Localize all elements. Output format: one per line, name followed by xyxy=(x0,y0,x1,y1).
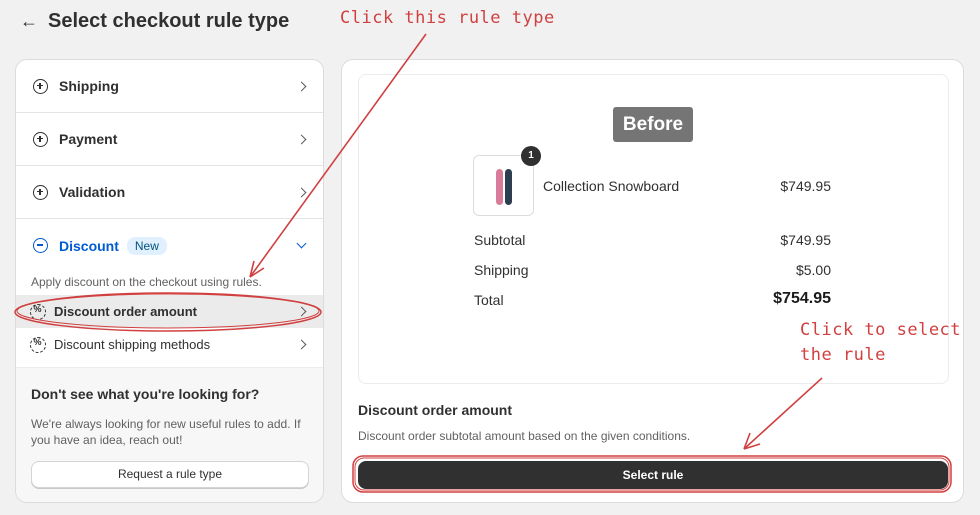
rule-category-panel: Shipping Payment Validation Discount New… xyxy=(15,59,324,503)
total-label: Total xyxy=(474,292,504,308)
selected-rule-title: Discount order amount xyxy=(358,402,513,418)
help-text: We're always looking for new useful rule… xyxy=(31,417,301,447)
select-rule-button[interactable]: Select rule xyxy=(358,461,948,489)
rule-label: Discount order amount xyxy=(54,304,198,319)
total-value: $754.95 xyxy=(773,290,831,307)
category-label: Validation xyxy=(59,184,126,200)
annotation-bottom-line1: Click to select xyxy=(800,320,962,340)
product-name: Collection Snowboard xyxy=(543,178,680,194)
request-rule-type-button[interactable]: Request a rule type xyxy=(31,461,309,488)
subtotal-value: $749.95 xyxy=(780,232,831,248)
rule-discount-shipping-methods[interactable]: Discount shipping methods xyxy=(16,328,323,361)
subtotal-label: Subtotal xyxy=(474,232,526,248)
quantity-badge: 1 xyxy=(521,146,541,166)
category-shipping[interactable]: Shipping xyxy=(16,60,323,113)
arrow-left-icon[interactable]: ← xyxy=(20,12,38,30)
chevron-down-icon xyxy=(296,238,307,249)
subtotal-row: Subtotal $749.95 xyxy=(474,232,831,248)
snowboard-image xyxy=(505,169,512,205)
chevron-right-icon xyxy=(296,134,307,144)
discount-gear-icon xyxy=(30,336,46,353)
shipping-row: Shipping $5.00 xyxy=(474,262,831,278)
category-payment[interactable]: Payment xyxy=(16,113,323,166)
circle-minus-icon xyxy=(33,238,48,253)
annotation-bottom-line2: the rule xyxy=(800,345,886,365)
page-header: ← Select checkout rule type xyxy=(20,8,289,34)
rule-detail-panel: Before 1 Collection Snowboard $749.95 Su… xyxy=(341,59,964,503)
chevron-right-icon xyxy=(296,81,307,91)
selected-rule-description: Discount order subtotal amount based on … xyxy=(358,429,691,443)
rule-discount-order-amount[interactable]: Discount order amount xyxy=(16,295,323,328)
rule-label: Discount shipping methods xyxy=(54,337,211,352)
discount-gear-icon xyxy=(30,303,46,320)
shipping-value: $5.00 xyxy=(795,262,831,278)
page-title: Select checkout rule type xyxy=(48,9,290,32)
total-row: Total $754.95 xyxy=(474,290,831,308)
annotation-top: Click this rule type xyxy=(340,8,555,28)
chevron-right-icon xyxy=(296,339,307,350)
new-badge: New xyxy=(126,236,167,255)
circle-plus-icon xyxy=(33,78,48,94)
chevron-right-icon xyxy=(296,187,307,197)
category-discount[interactable]: Discount New xyxy=(16,219,323,272)
help-box: Don't see what you're looking for? We're… xyxy=(16,367,323,502)
category-label: Shipping xyxy=(59,78,119,94)
help-title: Don't see what you're looking for? xyxy=(31,386,260,402)
product-price: $749.95 xyxy=(780,178,831,194)
category-label: Discount xyxy=(59,237,119,254)
circle-plus-icon xyxy=(33,131,48,147)
snowboard-image xyxy=(496,169,503,205)
category-label: Payment xyxy=(59,131,118,147)
shipping-label: Shipping xyxy=(474,262,529,278)
before-tag: Before xyxy=(613,107,693,142)
circle-plus-icon xyxy=(33,184,48,200)
discount-description: Apply discount on the checkout using rul… xyxy=(31,275,262,289)
category-validation[interactable]: Validation xyxy=(16,166,323,219)
chevron-right-icon xyxy=(296,306,307,317)
